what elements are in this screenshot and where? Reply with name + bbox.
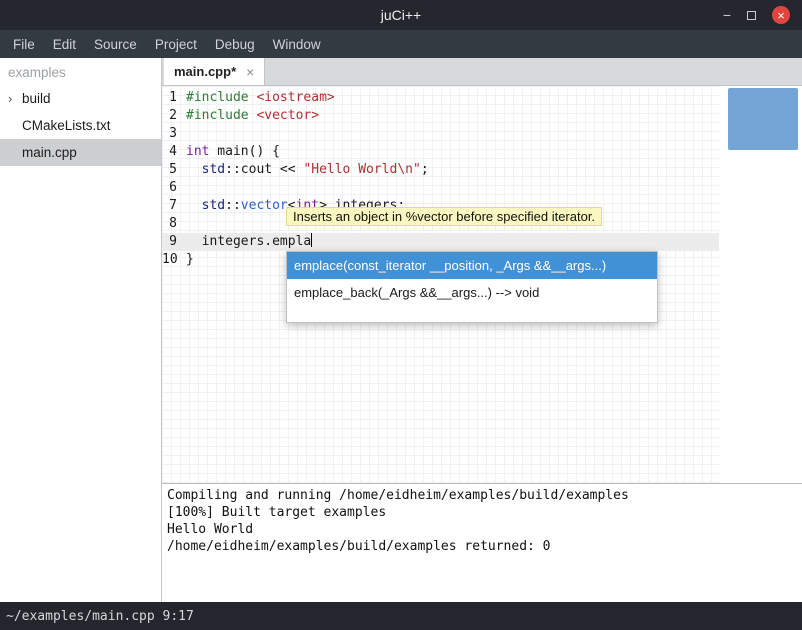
menu-item-edit[interactable]: Edit bbox=[44, 32, 85, 57]
code-line[interactable]: 5 std::cout << "Hello World\n"; bbox=[162, 161, 719, 179]
main-area: examples ›build CMakeLists.txt main.cpp ma… bbox=[0, 58, 802, 602]
code-line[interactable]: 6 bbox=[162, 179, 719, 197]
code-text: std::cout << "Hello World\n"; bbox=[186, 161, 429, 179]
code-text: #include <vector> bbox=[186, 107, 319, 125]
minimize-icon[interactable]: − bbox=[723, 8, 731, 22]
code-line[interactable]: 3 bbox=[162, 125, 719, 143]
titlebar: juCi++ − × bbox=[0, 0, 802, 30]
close-icon[interactable]: × bbox=[772, 6, 790, 24]
line-number: 10 bbox=[162, 251, 186, 269]
line-number: 1 bbox=[162, 89, 186, 107]
output-line: Compiling and running /home/eidheim/exam… bbox=[167, 487, 797, 504]
tree-item-main-cpp[interactable]: main.cpp bbox=[0, 139, 161, 166]
autocomplete-item[interactable]: emplace_back(_Args &&__args...) --> void bbox=[287, 279, 657, 306]
line-number: 4 bbox=[162, 143, 186, 161]
line-number: 2 bbox=[162, 107, 186, 125]
code-line[interactable]: 2#include <vector> bbox=[162, 107, 719, 125]
menu-item-source[interactable]: Source bbox=[85, 32, 146, 57]
tree-item-label: CMakeLists.txt bbox=[22, 118, 111, 133]
code-layer: 1#include <iostream>2#include <vector>34… bbox=[162, 86, 802, 269]
tree-item-label: build bbox=[22, 91, 51, 106]
project-name: examples bbox=[0, 58, 161, 85]
line-number: 9 bbox=[162, 233, 186, 251]
code-line[interactable]: 4int main() { bbox=[162, 143, 719, 161]
menu-item-file[interactable]: File bbox=[4, 32, 44, 57]
chevron-right-icon[interactable]: › bbox=[8, 91, 22, 106]
tab-label: main.cpp* bbox=[174, 64, 236, 79]
tab-main-cpp[interactable]: main.cpp* × bbox=[164, 58, 265, 85]
window-title: juCi++ bbox=[0, 7, 802, 23]
app-window: juCi++ − × FileEditSourceProjectDebugWin… bbox=[0, 0, 802, 630]
code-text: #include <iostream> bbox=[186, 89, 335, 107]
autocomplete-popup: emplace(const_iterator __position, _Args… bbox=[286, 251, 658, 323]
restore-icon[interactable] bbox=[747, 11, 756, 20]
menubar: FileEditSourceProjectDebugWindow bbox=[0, 30, 802, 58]
tree-item-label: main.cpp bbox=[22, 145, 77, 160]
line-number: 6 bbox=[162, 179, 186, 197]
statusbar: ~/examples/main.cpp 9:17 bbox=[0, 602, 802, 630]
window-controls: − × bbox=[723, 6, 802, 24]
output-line: [100%] Built target examples bbox=[167, 504, 797, 521]
output-line: Hello World bbox=[167, 521, 797, 538]
scrollbar-thumb[interactable] bbox=[728, 88, 798, 150]
code-line[interactable]: 1#include <iostream> bbox=[162, 89, 719, 107]
line-number: 8 bbox=[162, 215, 186, 233]
tab-close-icon[interactable]: × bbox=[246, 64, 254, 80]
menu-item-project[interactable]: Project bbox=[146, 32, 206, 57]
code-text: } bbox=[186, 251, 194, 269]
tree-item-build[interactable]: ›build bbox=[0, 85, 161, 112]
line-number: 5 bbox=[162, 161, 186, 179]
code-line[interactable]: 9 integers.empla bbox=[162, 233, 719, 251]
line-number: 7 bbox=[162, 197, 186, 215]
output-panel: Compiling and running /home/eidheim/exam… bbox=[162, 484, 802, 602]
text-caret bbox=[311, 233, 312, 247]
doc-tooltip: Inserts an object in %vector before spec… bbox=[286, 207, 602, 226]
menu-item-debug[interactable]: Debug bbox=[206, 32, 264, 57]
output-line: /home/eidheim/examples/build/examples re… bbox=[167, 538, 797, 555]
line-number: 3 bbox=[162, 125, 186, 143]
tab-bar: main.cpp* × bbox=[162, 58, 802, 86]
editor-column: main.cpp* × 1#include <iostream>2#includ… bbox=[162, 58, 802, 602]
file-tree: ›build CMakeLists.txt main.cpp bbox=[0, 85, 161, 166]
statusbar-text: ~/examples/main.cpp 9:17 bbox=[6, 609, 194, 624]
tree-item-cmakelists-txt[interactable]: CMakeLists.txt bbox=[0, 112, 161, 139]
code-text: int main() { bbox=[186, 143, 280, 161]
sidebar: examples ›build CMakeLists.txt main.cpp bbox=[0, 58, 162, 602]
code-text: integers.empla bbox=[186, 233, 312, 251]
menu-item-window[interactable]: Window bbox=[264, 32, 330, 57]
code-editor[interactable]: 1#include <iostream>2#include <vector>34… bbox=[162, 86, 802, 483]
autocomplete-item[interactable]: emplace(const_iterator __position, _Args… bbox=[287, 252, 657, 279]
